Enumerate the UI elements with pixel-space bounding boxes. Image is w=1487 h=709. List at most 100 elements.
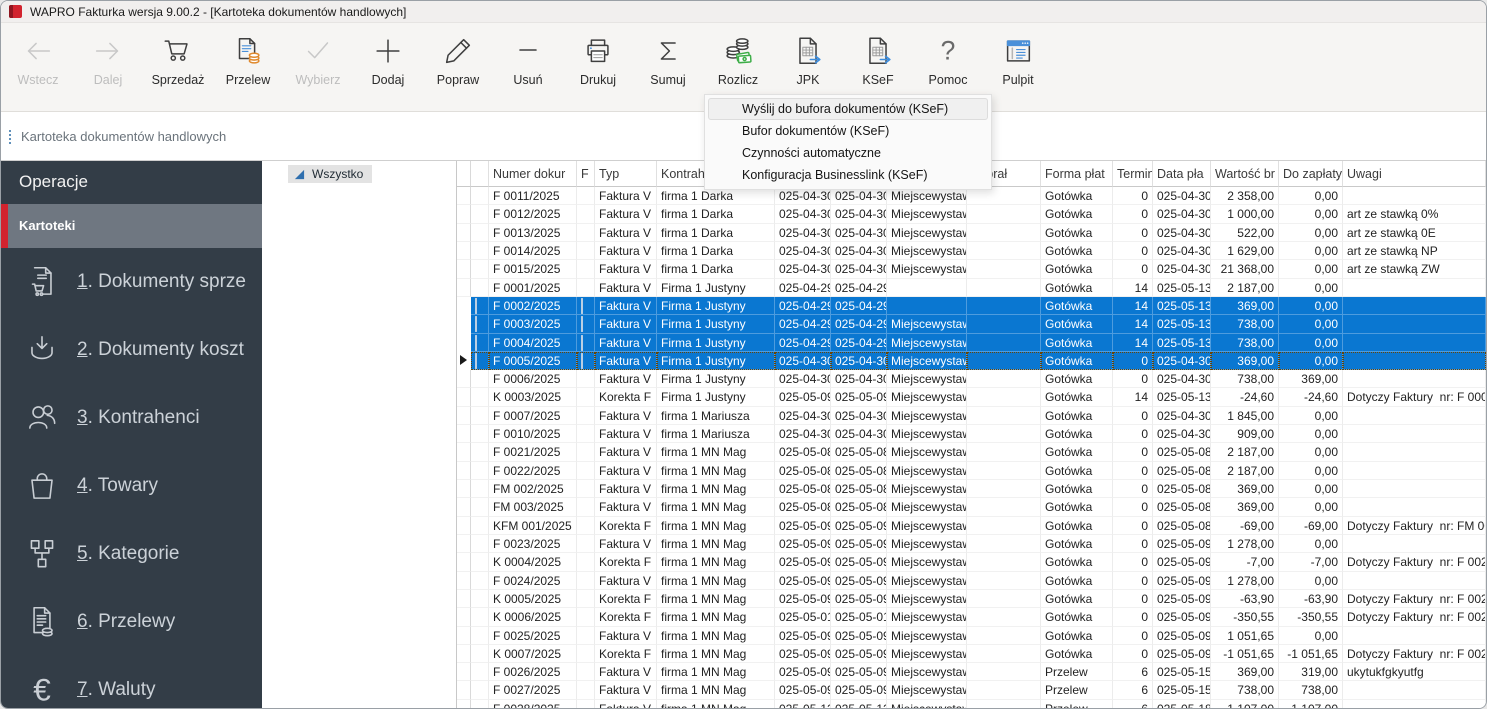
table-row[interactable]: K 0007/2025Korekta Ffirma 1 MN Mag025-05…: [457, 645, 1486, 663]
checkbox-checked-icon[interactable]: [475, 316, 477, 332]
table-row[interactable]: F 0014/2025Faktura Vfirma 1 Darka025-04-…: [457, 242, 1486, 260]
toolbar-button-pulpit[interactable]: Pulpit: [983, 31, 1053, 87]
column-header-wartosc[interactable]: Wartość br: [1211, 161, 1279, 187]
cell-kontrahent: firma 1 Darka: [657, 205, 775, 223]
sidebar-item-dokumenty-sprzedazy[interactable]: 1. Dokumenty sprze: [1, 248, 262, 316]
menu-item-2[interactable]: Bufor dokumentów (KSeF): [708, 120, 988, 142]
toolbar-button-jpk[interactable]: JPK: [773, 31, 843, 87]
cell-data2: 025-05-01: [831, 608, 887, 626]
row-select-checkbox[interactable]: [471, 315, 489, 333]
toolbar-button-usun[interactable]: Usuń: [493, 31, 563, 87]
toolbar-button-popraw[interactable]: Popraw: [423, 31, 493, 87]
column-header-typ[interactable]: Typ: [595, 161, 657, 187]
toolbar-button-dodaj[interactable]: Dodaj: [353, 31, 423, 87]
menu-item-4[interactable]: Konfiguracja Businesslink (KSeF): [708, 164, 988, 186]
cell-wartosc: 21 368,00: [1211, 260, 1279, 278]
table-row[interactable]: FM 003/2025Faktura Vfirma 1 MN Mag025-05…: [457, 498, 1486, 516]
sidebar-section-kartoteki[interactable]: Kartoteki: [1, 204, 262, 248]
cell-wartosc: -1 051,65: [1211, 645, 1279, 663]
table-row[interactable]: F 0002/2025Faktura VFirma 1 Justyny025-0…: [457, 297, 1486, 315]
cell-typ: Faktura V: [595, 480, 657, 498]
table-row[interactable]: F 0021/2025Faktura Vfirma 1 MN Mag025-05…: [457, 443, 1486, 461]
column-header-termin[interactable]: Termin: [1113, 161, 1153, 187]
column-header-uwagi[interactable]: Uwagi: [1343, 161, 1486, 187]
table-row[interactable]: F 0025/2025Faktura Vfirma 1 MN Mag025-05…: [457, 627, 1486, 645]
checkbox-unchecked-icon[interactable]: [581, 353, 583, 369]
menu-item-3[interactable]: Czynności automatyczne: [708, 142, 988, 164]
table-row[interactable]: K 0004/2025Korekta Ffirma 1 MN Mag025-05…: [457, 553, 1486, 571]
cell-data2: 025-04-30: [831, 425, 887, 443]
sidebar-item-przelewy[interactable]: 6. Przelewy: [1, 588, 262, 656]
cell-data1: 025-05-09: [775, 681, 831, 699]
table-row[interactable]: F 0013/2025Faktura Vfirma 1 Darka025-04-…: [457, 224, 1486, 242]
checkbox-checked-icon[interactable]: [475, 335, 477, 351]
cell-miejsce: Miejscewystawi: [887, 553, 967, 571]
table-row[interactable]: FM 002/2025Faktura Vfirma 1 MN Mag025-05…: [457, 480, 1486, 498]
sidebar-item-kategorie[interactable]: 5. Kategorie: [1, 520, 262, 588]
column-header-fx[interactable]: F: [577, 161, 595, 187]
table-row[interactable]: F 0027/2025Faktura Vfirma 1 MN Mag025-05…: [457, 681, 1486, 699]
checkbox-unchecked-icon[interactable]: [581, 335, 583, 351]
cell-fiscal-checkbox[interactable]: [577, 352, 595, 370]
table-row[interactable]: F 0023/2025Faktura Vfirma 1 MN Mag025-05…: [457, 535, 1486, 553]
cell-forma: Gotówka: [1041, 498, 1113, 516]
drag-handle-icon[interactable]: [9, 130, 11, 144]
table-row[interactable]: F 0007/2025Faktura Vfirma 1 Mariusza025-…: [457, 407, 1486, 425]
cell-fiscal-checkbox[interactable]: [577, 315, 595, 333]
row-select-checkbox: [471, 608, 489, 626]
toolbar-button-przelew[interactable]: Przelew: [213, 31, 283, 87]
toolbar-button-label: Wstecz: [18, 73, 59, 87]
table-row[interactable]: K 0003/2025Korekta FFirma 1 Justyny025-0…: [457, 388, 1486, 406]
row-select-checkbox: [471, 388, 489, 406]
cell-wartosc: 522,00: [1211, 224, 1279, 242]
row-select-checkbox[interactable]: [471, 352, 489, 370]
table-row[interactable]: K 0005/2025Korekta Ffirma 1 MN Mag025-05…: [457, 590, 1486, 608]
table-row[interactable]: F 0028/2025Faktura Vfirma 1 MN Mag025-05…: [457, 700, 1486, 708]
column-header-num[interactable]: Numer dokur: [489, 161, 577, 187]
toolbar-button-label: Drukuj: [580, 73, 616, 87]
column-header-data_platnosci[interactable]: Data pła: [1153, 161, 1211, 187]
table-row[interactable]: F 0001/2025Faktura VFirma 1 Justyny025-0…: [457, 279, 1486, 297]
table-row[interactable]: F 0022/2025Faktura Vfirma 1 MN Mag025-05…: [457, 462, 1486, 480]
sidebar-item-kontrahenci[interactable]: 3. Kontrahenci: [1, 384, 262, 452]
sidebar-header-operacje[interactable]: Operacje: [1, 161, 262, 204]
table-row[interactable]: F 0012/2025Faktura Vfirma 1 Darka025-04-…: [457, 205, 1486, 223]
row-select-checkbox[interactable]: [471, 334, 489, 352]
cell-pobral: [967, 205, 1041, 223]
toolbar-button-pomoc[interactable]: ?Pomoc: [913, 31, 983, 87]
row-select-checkbox[interactable]: [471, 297, 489, 315]
table-row[interactable]: F 0024/2025Faktura Vfirma 1 MN Mag025-05…: [457, 572, 1486, 590]
table-row[interactable]: KFM 001/2025Korekta Ffirma 1 MN Mag025-0…: [457, 517, 1486, 535]
table-row[interactable]: F 0010/2025Faktura Vfirma 1 Mariusza025-…: [457, 425, 1486, 443]
toolbar-button-sumuj[interactable]: Sumuj: [633, 31, 703, 87]
table-row[interactable]: F 0004/2025Faktura VFirma 1 Justyny025-0…: [457, 334, 1486, 352]
checkbox-checked-icon[interactable]: [475, 353, 477, 369]
table-row[interactable]: F 0026/2025Faktura Vfirma 1 MN Mag025-05…: [457, 663, 1486, 681]
sidebar-item-towary[interactable]: 4. Towary: [1, 452, 262, 520]
checkbox-checked-icon[interactable]: [475, 298, 477, 314]
tree-node-wszystko[interactable]: Wszystko: [288, 165, 372, 183]
sidebar-item-waluty[interactable]: €7. Waluty: [1, 656, 262, 708]
table-row[interactable]: F 0005/2025Faktura VFirma 1 Justyny025-0…: [457, 352, 1486, 370]
cell-num: F 0006/2025: [489, 370, 577, 388]
cell-fiscal-checkbox[interactable]: [577, 334, 595, 352]
table-row[interactable]: F 0003/2025Faktura VFirma 1 Justyny025-0…: [457, 315, 1486, 333]
checkbox-unchecked-icon[interactable]: [581, 298, 583, 314]
checkbox-unchecked-icon[interactable]: [581, 316, 583, 332]
column-header-forma[interactable]: Forma płat: [1041, 161, 1113, 187]
table-row[interactable]: F 0006/2025Faktura VFirma 1 Justyny025-0…: [457, 370, 1486, 388]
toolbar-button-sprzedaz[interactable]: Sprzedaż: [143, 31, 213, 87]
column-header-do_zaplaty[interactable]: Do zapłaty: [1279, 161, 1343, 187]
plus-icon: [371, 31, 405, 71]
table-row[interactable]: F 0015/2025Faktura Vfirma 1 Darka025-04-…: [457, 260, 1486, 278]
cell-num: F 0015/2025: [489, 260, 577, 278]
menu-item-1[interactable]: Wyślij do bufora dokumentów (KSeF): [708, 98, 988, 120]
sidebar-item-dokumenty-kosztowe[interactable]: 2. Dokumenty koszt: [1, 316, 262, 384]
cell-data_platnosci: 025-05-09: [1153, 590, 1211, 608]
toolbar-button-ksef[interactable]: KSeF: [843, 31, 913, 87]
table-row[interactable]: K 0006/2025Korekta Ffirma 1 MN Mag025-05…: [457, 608, 1486, 626]
toolbar-button-drukuj[interactable]: Drukuj: [563, 31, 633, 87]
toolbar-button-rozlicz[interactable]: Rozlicz: [703, 31, 773, 87]
cell-fiscal-checkbox[interactable]: [577, 297, 595, 315]
row-select-checkbox: [471, 224, 489, 242]
